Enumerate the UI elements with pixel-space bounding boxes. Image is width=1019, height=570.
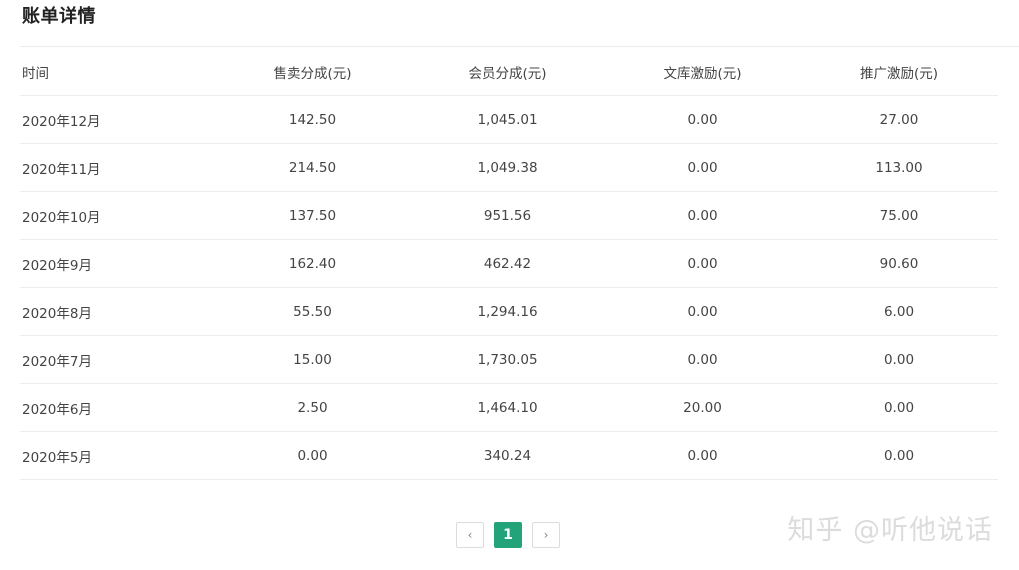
chevron-right-icon: › — [543, 528, 549, 542]
cell-member-share: 951.56 — [410, 191, 605, 240]
cell-sales-share: 214.50 — [215, 143, 410, 192]
cell-member-share: 1,730.05 — [410, 335, 605, 384]
page-title: 账单详情 — [22, 6, 96, 27]
cell-member-share: 462.42 — [410, 239, 605, 288]
cell-promotion-incentive: 27.00 — [800, 95, 998, 144]
cell-library-incentive: 0.00 — [605, 335, 800, 384]
cell-member-share: 340.24 — [410, 431, 605, 480]
cell-library-incentive: 20.00 — [605, 383, 800, 432]
column-header-library-incentive: 文库激励(元) — [605, 48, 800, 96]
next-page-button[interactable]: › — [532, 522, 560, 548]
cell-time: 2020年9月 — [20, 239, 215, 288]
cell-sales-share: 137.50 — [215, 191, 410, 240]
cell-promotion-incentive: 113.00 — [800, 143, 998, 192]
column-header-member-share: 会员分成(元) — [410, 48, 605, 96]
cell-sales-share: 162.40 — [215, 239, 410, 288]
cell-library-incentive: 0.00 — [605, 95, 800, 144]
table-row: 2020年9月 162.40 462.42 0.00 90.60 — [20, 239, 998, 288]
divider — [20, 46, 1019, 47]
cell-promotion-incentive: 75.00 — [800, 191, 998, 240]
table-row: 2020年10月 137.50 951.56 0.00 75.00 — [20, 191, 998, 240]
cell-sales-share: 15.00 — [215, 335, 410, 384]
cell-library-incentive: 0.00 — [605, 191, 800, 240]
watermark: 知乎 @听他说话 — [787, 515, 993, 546]
cell-time: 2020年10月 — [20, 191, 215, 240]
cell-sales-share: 55.50 — [215, 287, 410, 336]
cell-time: 2020年5月 — [20, 431, 215, 480]
page-1-button[interactable]: 1 — [494, 522, 522, 548]
cell-time: 2020年6月 — [20, 383, 215, 432]
cell-member-share: 1,294.16 — [410, 287, 605, 336]
cell-library-incentive: 0.00 — [605, 287, 800, 336]
cell-sales-share: 142.50 — [215, 95, 410, 144]
table-row: 2020年7月 15.00 1,730.05 0.00 0.00 — [20, 335, 998, 384]
cell-member-share: 1,049.38 — [410, 143, 605, 192]
cell-library-incentive: 0.00 — [605, 239, 800, 288]
chevron-left-icon: ‹ — [467, 528, 473, 542]
pagination: ‹ 1 › — [456, 522, 560, 548]
cell-library-incentive: 0.00 — [605, 143, 800, 192]
cell-library-incentive: 0.00 — [605, 431, 800, 480]
prev-page-button[interactable]: ‹ — [456, 522, 484, 548]
cell-time: 2020年7月 — [20, 335, 215, 384]
cell-promotion-incentive: 0.00 — [800, 431, 998, 480]
column-header-time: 时间 — [20, 48, 215, 96]
cell-member-share: 1,045.01 — [410, 95, 605, 144]
cell-sales-share: 0.00 — [215, 431, 410, 480]
cell-time: 2020年11月 — [20, 143, 215, 192]
cell-promotion-incentive: 6.00 — [800, 287, 998, 336]
cell-time: 2020年8月 — [20, 287, 215, 336]
table-header-row: 时间 售卖分成(元) 会员分成(元) 文库激励(元) 推广激励(元) — [20, 48, 998, 96]
table-row: 2020年12月 142.50 1,045.01 0.00 27.00 — [20, 95, 998, 144]
column-header-promotion-incentive: 推广激励(元) — [800, 48, 998, 96]
column-header-sales-share: 售卖分成(元) — [215, 48, 410, 96]
cell-promotion-incentive: 0.00 — [800, 335, 998, 384]
cell-time: 2020年12月 — [20, 95, 215, 144]
cell-sales-share: 2.50 — [215, 383, 410, 432]
cell-member-share: 1,464.10 — [410, 383, 605, 432]
cell-promotion-incentive: 90.60 — [800, 239, 998, 288]
table-row: 2020年5月 0.00 340.24 0.00 0.00 — [20, 431, 998, 480]
table-row: 2020年8月 55.50 1,294.16 0.00 6.00 — [20, 287, 998, 336]
table-row: 2020年6月 2.50 1,464.10 20.00 0.00 — [20, 383, 998, 432]
table-row: 2020年11月 214.50 1,049.38 0.00 113.00 — [20, 143, 998, 192]
bill-table: 时间 售卖分成(元) 会员分成(元) 文库激励(元) 推广激励(元) 2020年… — [20, 48, 998, 480]
cell-promotion-incentive: 0.00 — [800, 383, 998, 432]
